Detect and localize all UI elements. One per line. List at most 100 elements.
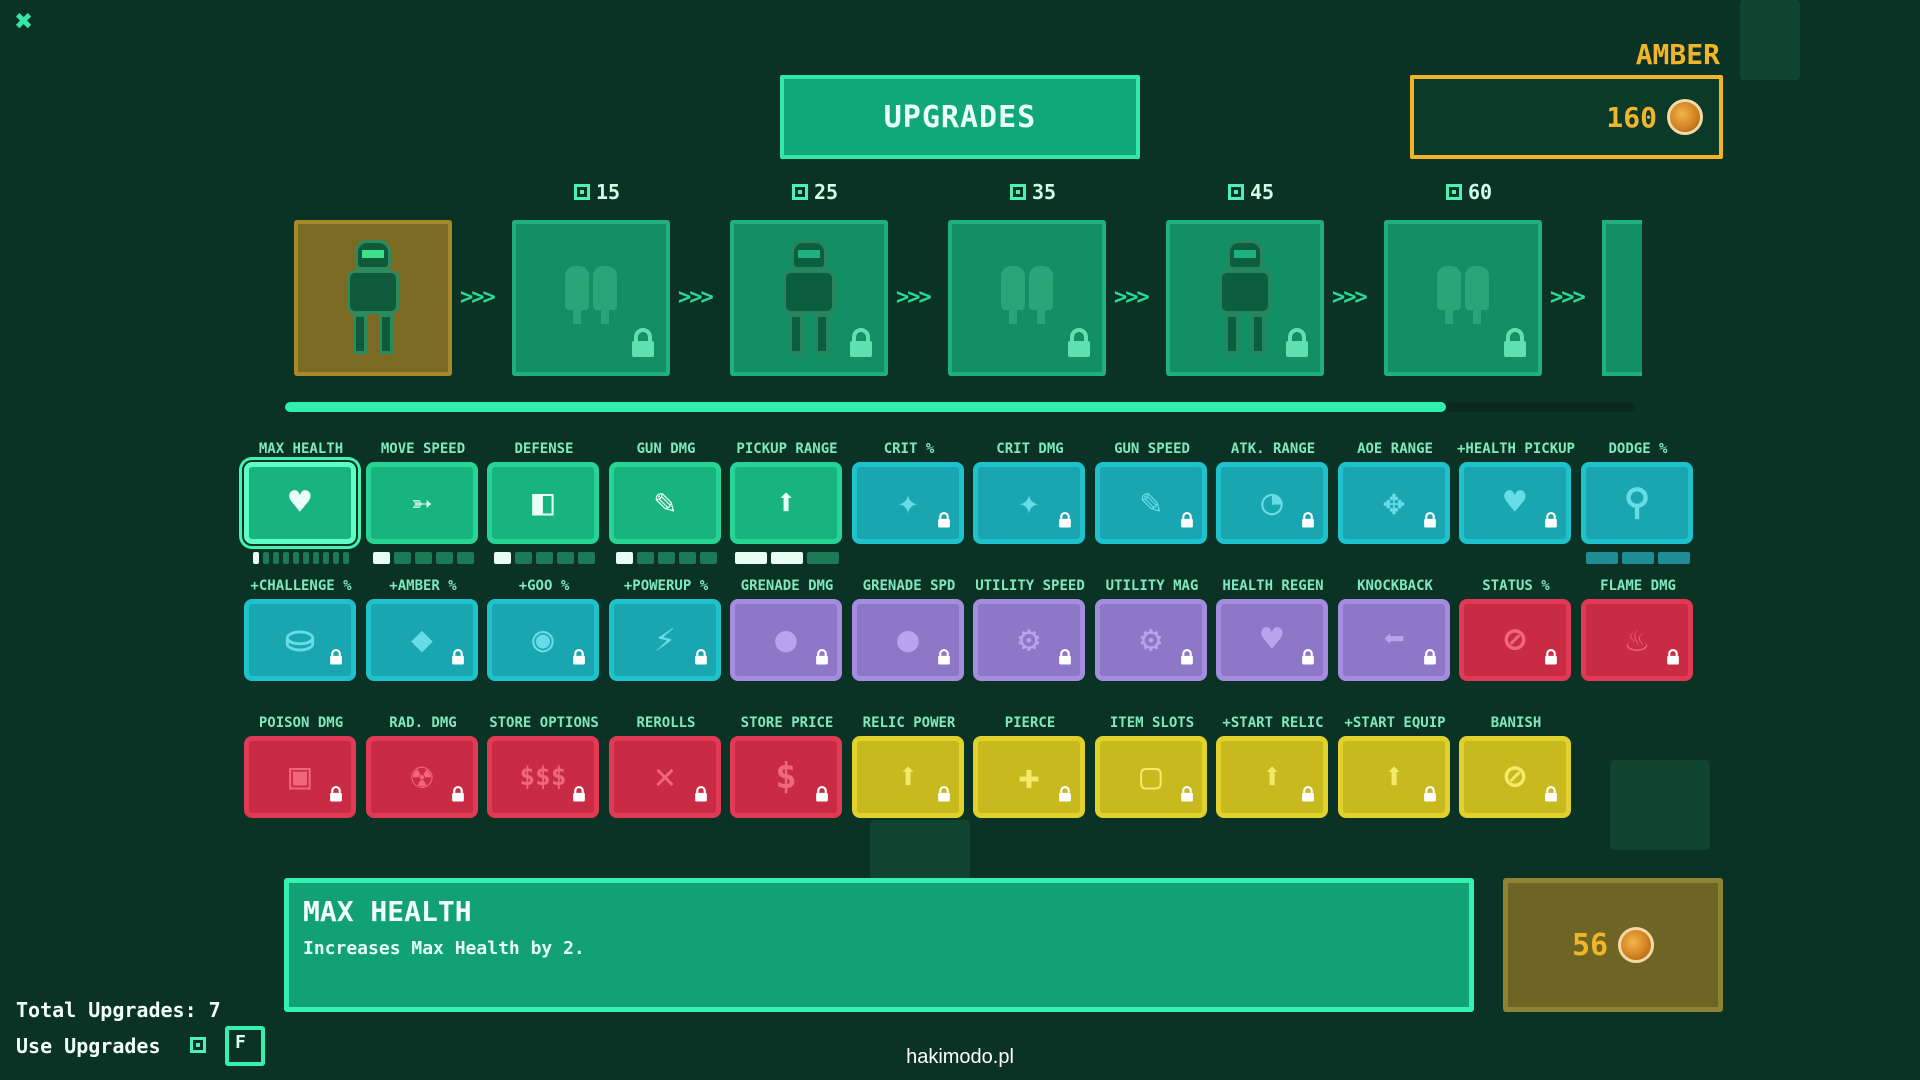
upgrade-button[interactable]: ◆: [366, 599, 478, 681]
upgrade-button[interactable]: ☢: [366, 736, 478, 818]
boot: [1001, 266, 1025, 324]
upgrade-health-pickup[interactable]: +HEALTH PICKUP ♥: [1457, 440, 1575, 544]
boot: [565, 266, 589, 324]
upgrade-grenade-speed[interactable]: GRENADE SPD ●: [852, 577, 966, 681]
soldier-part: [1225, 314, 1239, 354]
upgrade-button[interactable]: ⚙: [1095, 599, 1207, 681]
upgrade-button[interactable]: ⚡: [609, 599, 721, 681]
soldier-part: [1251, 314, 1265, 354]
tier-card[interactable]: [294, 220, 452, 376]
upgrade-banish[interactable]: BANISH ⊘: [1459, 714, 1573, 818]
upgrade-button[interactable]: ⊘: [1459, 599, 1571, 681]
level-pip: [456, 552, 474, 564]
upgrade-button[interactable]: ⛀: [244, 599, 356, 681]
lock-icon-wrap: [1180, 649, 1194, 669]
upgrade-button[interactable]: ⬅: [1338, 599, 1450, 681]
upgrade-arrow-up[interactable]: PICKUP RANGE ⬆: [730, 440, 844, 564]
lock-icon: [1504, 328, 1526, 357]
lock-icon-wrap: [694, 649, 708, 669]
amber-coin-icon: [1618, 927, 1655, 963]
level-pip: [1658, 552, 1690, 564]
upgrade-button[interactable]: ⬆: [730, 462, 842, 544]
upgrade-button[interactable]: ✎: [609, 462, 721, 544]
upgrade-gun[interactable]: GUN DMG ✎: [609, 440, 723, 564]
upgrade-item-slots[interactable]: ITEM SLOTS ▢: [1095, 714, 1209, 818]
upgrade-button[interactable]: ▢: [1095, 736, 1207, 818]
upgrade-utility-speed[interactable]: UTILITY SPEED ⚙: [973, 577, 1087, 681]
use-upgrades-key[interactable]: F: [225, 1026, 265, 1066]
upgrade-powerup[interactable]: +POWERUP % ⚡: [609, 577, 723, 681]
tier-card[interactable]: [948, 220, 1106, 376]
upgrade-pierce[interactable]: PIERCE ✚: [973, 714, 1087, 818]
upgrade-button[interactable]: ✚: [973, 736, 1085, 818]
upgrade-heart[interactable]: MAX HEALTH ♥: [244, 440, 358, 564]
upgrade-label: UTILITY SPEED: [975, 578, 1085, 594]
upgrade-button[interactable]: ⬆: [1216, 736, 1328, 818]
reroll-icon: ✕: [654, 756, 676, 797]
upgrade-button[interactable]: ●: [730, 599, 842, 681]
upgrade-poison[interactable]: POISON DMG ▣: [244, 714, 358, 818]
lock-icon-wrap: [1301, 786, 1315, 806]
upgrade-button[interactable]: ⚙: [973, 599, 1085, 681]
purchase-button[interactable]: 56: [1503, 878, 1723, 1012]
upgrade-button[interactable]: ♥: [244, 462, 356, 544]
upgrade-shield[interactable]: DEFENSE ◧: [487, 440, 601, 564]
upgrade-button[interactable]: $$$: [487, 736, 599, 818]
upgrade-relic-power[interactable]: RELIC POWER ⬆: [852, 714, 966, 818]
upgrade-button[interactable]: ♥: [1216, 599, 1328, 681]
upgrade-start-equip[interactable]: +START EQUIP ⬆: [1338, 714, 1452, 818]
upgrade-button[interactable]: ♥: [1459, 462, 1571, 544]
upgrade-health-regen[interactable]: HEALTH REGEN ♥: [1216, 577, 1330, 681]
lock-icon-wrap: [1423, 512, 1437, 532]
upgrade-button[interactable]: ◉: [487, 599, 599, 681]
upgrade-status[interactable]: STATUS % ⊘: [1459, 577, 1573, 681]
upgrade-button[interactable]: ✥: [1338, 462, 1450, 544]
upgrade-goo-bonus[interactable]: +GOO % ◉: [487, 577, 601, 681]
tier-card[interactable]: [512, 220, 670, 376]
level-pip: [735, 552, 767, 564]
upgrade-grenade[interactable]: GRENADE DMG ●: [730, 577, 844, 681]
upgrade-button[interactable]: ◧: [487, 462, 599, 544]
upgrade-button[interactable]: ✎: [1095, 462, 1207, 544]
upgrade-button[interactable]: ▣: [244, 736, 356, 818]
upgrade-amber-bonus[interactable]: +AMBER % ◆: [366, 577, 480, 681]
tier-card[interactable]: [1166, 220, 1324, 376]
relic-power-icon: ⬆: [897, 756, 919, 797]
upgrade-button[interactable]: ⬆: [1338, 736, 1450, 818]
upgrade-level-pips: [487, 552, 601, 564]
upgrade-store-price[interactable]: STORE PRICE $: [730, 714, 844, 818]
upgrade-knockback[interactable]: KNOCKBACK ⬅: [1338, 577, 1452, 681]
upgrade-utility-mag[interactable]: UTILITY MAG ⚙: [1095, 577, 1209, 681]
upgrade-button[interactable]: ✦: [852, 462, 964, 544]
upgrade-range[interactable]: ATK. RANGE ◔: [1216, 440, 1330, 544]
upgrade-button[interactable]: ●: [852, 599, 964, 681]
upgrade-button[interactable]: ◔: [1216, 462, 1328, 544]
tier-cost: 25: [792, 180, 838, 204]
upgrade-button[interactable]: ⚲: [1581, 462, 1693, 544]
upgrade-reroll[interactable]: REROLLS ✕: [609, 714, 723, 818]
upgrade-label: +CHALLENGE %: [250, 578, 352, 594]
upgrade-flame[interactable]: FLAME DMG ♨: [1581, 577, 1695, 681]
upgrade-label: +HEALTH PICKUP: [1456, 441, 1575, 457]
upgrade-button[interactable]: $: [730, 736, 842, 818]
upgrade-challenge[interactable]: +CHALLENGE % ⛀: [244, 577, 358, 681]
upgrade-button[interactable]: ⬆: [852, 736, 964, 818]
upgrade-dodge[interactable]: DODGE % ⚲: [1581, 440, 1695, 564]
upgrade-crit[interactable]: CRIT % ✦: [852, 440, 966, 544]
upgrade-button[interactable]: ♨: [1581, 599, 1693, 681]
upgrade-start-relic[interactable]: +START RELIC ⬆: [1216, 714, 1330, 818]
upgrade-crit-dmg[interactable]: CRIT DMG ✦: [973, 440, 1087, 544]
upgrade-aoe[interactable]: AOE RANGE ✥: [1338, 440, 1452, 544]
upgrade-store-options[interactable]: STORE OPTIONS $$$: [487, 714, 601, 818]
upgrade-radiation[interactable]: RAD. DMG ☢: [366, 714, 480, 818]
upgrade-button[interactable]: ➳: [366, 462, 478, 544]
close-icon[interactable]: ✖: [10, 7, 38, 37]
currency-amount: 160: [1606, 100, 1657, 134]
upgrade-wing-boot[interactable]: MOVE SPEED ➳: [366, 440, 480, 564]
upgrade-gun-speed[interactable]: GUN SPEED ✎: [1095, 440, 1209, 544]
tier-card[interactable]: [1384, 220, 1542, 376]
upgrade-button[interactable]: ⊘: [1459, 736, 1571, 818]
upgrade-button[interactable]: ✦: [973, 462, 1085, 544]
upgrade-button[interactable]: ✕: [609, 736, 721, 818]
tier-card[interactable]: [730, 220, 888, 376]
